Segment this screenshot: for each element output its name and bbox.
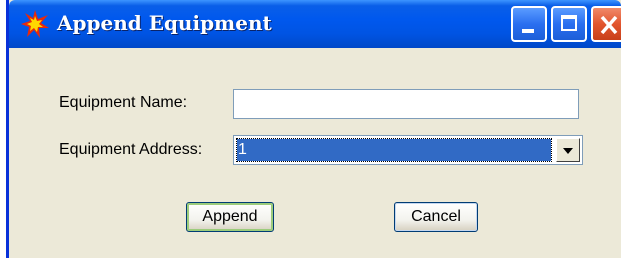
window-title: Append Equipment bbox=[57, 11, 272, 35]
title-bar[interactable]: Append Equipment bbox=[9, 0, 621, 48]
equipment-address-label: Equipment Address: bbox=[59, 141, 203, 158]
dropdown-arrow-icon[interactable] bbox=[556, 138, 580, 162]
close-button[interactable] bbox=[591, 6, 621, 42]
close-icon bbox=[600, 15, 618, 35]
cancel-button[interactable]: Cancel bbox=[394, 202, 478, 232]
equipment-name-label: Equipment Name: bbox=[59, 94, 188, 111]
equipment-address-select[interactable]: 1 bbox=[233, 135, 583, 165]
maximize-button[interactable] bbox=[551, 6, 587, 42]
append-button[interactable]: Append bbox=[186, 202, 274, 232]
equipment-name-input[interactable] bbox=[233, 89, 579, 119]
starburst-icon bbox=[21, 10, 49, 38]
append-equipment-dialog: Append Equipment Equipment Name: Equipme… bbox=[6, 0, 621, 258]
minimize-button[interactable] bbox=[511, 6, 547, 42]
equipment-address-value: 1 bbox=[236, 138, 552, 162]
